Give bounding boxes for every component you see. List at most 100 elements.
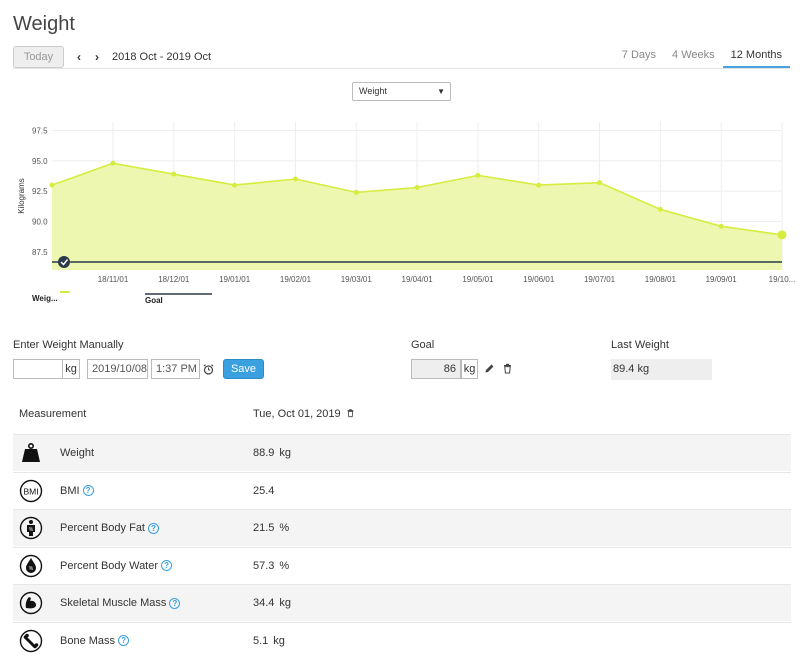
measurement-name-text: Weight — [60, 447, 95, 459]
weight-point — [536, 182, 542, 188]
time-field[interactable]: 1:37 PM — [151, 359, 200, 379]
measurement-value-number: 57.3 — [253, 559, 275, 572]
measurement-value-number: 5.1 — [253, 634, 269, 647]
measurement-unit: kg — [279, 447, 292, 459]
measurement-header: Measurement — [19, 408, 87, 420]
weight-point — [353, 189, 359, 195]
weight-point — [414, 185, 420, 191]
measurement-name: Skeletal Muscle Mass? — [60, 597, 181, 609]
weight-point — [292, 176, 298, 182]
page-title: Weight — [13, 13, 75, 35]
measurement-name-text: Percent Body Water — [60, 559, 159, 572]
x-tick-label: 19/09/01 — [706, 275, 738, 284]
measurement-name: Percent Body Fat? — [60, 522, 159, 534]
last-weight-value: 89.4 kg — [611, 359, 712, 380]
date-header-label: Tue, Oct 01, 2019 — [253, 408, 341, 420]
pencil-icon[interactable] — [484, 363, 495, 377]
weight-chart: 87.5 90.0 92.5 95.0 97.5 Kilograms 18/11/01 18/… — [0, 110, 800, 310]
measurement-unit: % — [279, 559, 290, 572]
help-icon[interactable]: ? — [82, 485, 94, 497]
y-axis-label: Kilograms — [17, 178, 26, 214]
date-header: Tue, Oct 01, 2019 — [253, 408, 355, 421]
y-tick-label: 87.5 — [32, 248, 48, 257]
y-tick-label: 97.5 — [32, 126, 48, 135]
x-tick-label: 19/04/01 — [402, 275, 434, 284]
measurement-value-number: 25.4 — [253, 484, 275, 497]
weight-chart-svg: 87.5 90.0 92.5 95.0 97.5 Kilograms 18/11/01 18/… — [17, 122, 796, 305]
help-icon[interactable]: ? — [169, 597, 181, 609]
today-button[interactable]: Today — [13, 46, 64, 68]
tab-4-weeks[interactable]: 4 Weeks — [664, 44, 723, 68]
measurement-unit: % — [279, 522, 290, 534]
x-tick-label: 19/10... — [769, 275, 796, 284]
tab-12-months[interactable]: 12 Months — [722, 44, 790, 68]
x-tick-label: 19/01/01 — [219, 275, 251, 284]
body-fat-icon: % — [19, 516, 43, 540]
goal-input[interactable]: 86 — [411, 359, 461, 379]
measurement-name-text: BMI — [60, 484, 80, 497]
weight-point — [49, 182, 55, 188]
measurement-value-number: 34.4 — [253, 597, 275, 609]
help-icon[interactable]: ? — [161, 560, 173, 572]
svg-text:BMI: BMI — [23, 486, 38, 496]
range-tabs: 7 Days 4 Weeks 12 Months — [614, 44, 790, 68]
bone-icon — [19, 629, 43, 653]
save-button[interactable]: Save — [223, 359, 264, 379]
table-row: Weight 88.9 kg — [13, 434, 791, 471]
measurement-value: 57.3% — [253, 560, 289, 572]
trash-icon[interactable] — [502, 363, 513, 377]
metric-select-value: Weight — [359, 86, 387, 96]
weight-point — [718, 223, 724, 229]
y-tick-label: 92.5 — [32, 187, 48, 196]
x-tick-label: 19/08/01 — [645, 275, 677, 284]
measurement-value: 25.4 — [253, 485, 274, 497]
weight-point — [597, 180, 603, 186]
tab-7-days[interactable]: 7 Days — [614, 44, 664, 68]
weight-icon — [19, 441, 43, 465]
chevron-left-icon[interactable]: ‹ — [73, 50, 85, 64]
svg-text:%: % — [29, 527, 34, 533]
date-field[interactable]: 2019/10/08 — [87, 359, 148, 379]
measurement-unit: kg — [273, 634, 285, 647]
table-row: BMI BMI? 25.4 — [13, 471, 791, 509]
measurement-name: Bone Mass? — [60, 634, 130, 647]
weight-point — [777, 230, 787, 240]
help-icon[interactable]: ? — [148, 522, 159, 534]
goal-unit-label: kg — [461, 359, 478, 379]
measurement-value: 21.5% — [253, 522, 289, 534]
weight-unit-label: kg — [62, 359, 80, 379]
table-row: % Percent Body Water? 57.3% — [13, 546, 791, 584]
measurement-name-text: Percent Body Fat — [60, 522, 145, 534]
x-tick-label: 19/02/01 — [280, 275, 312, 284]
table-row: % Percent Body Fat? 21.5% — [13, 509, 791, 546]
date-range-label: 2018 Oct - 2019 Oct — [112, 51, 212, 63]
chevron-right-icon[interactable]: › — [91, 50, 103, 64]
help-icon[interactable]: ? — [118, 635, 130, 647]
measurement-name-text: Bone Mass — [60, 634, 116, 647]
metric-select[interactable]: Weight ▼ — [352, 82, 451, 101]
measurement-value: 34.4 kg — [253, 597, 291, 609]
x-tick-label: 18/12/01 — [158, 275, 190, 284]
x-tick-label: 19/07/01 — [584, 275, 616, 284]
x-tick-label: 19/05/01 — [462, 275, 494, 284]
weight-input[interactable] — [13, 359, 63, 379]
weight-point — [657, 206, 663, 212]
goal-check-icon — [58, 256, 70, 268]
measurement-name: Weight — [60, 447, 94, 459]
weight-point — [110, 160, 116, 166]
weight-point — [171, 171, 177, 177]
table-row: Skeletal Muscle Mass? 34.4 kg — [13, 584, 791, 621]
measurement-value: 88.9 kg — [253, 447, 291, 459]
weight-point — [232, 182, 238, 188]
legend-weight-label: Weig... — [32, 294, 58, 303]
bmi-icon: BMI — [19, 479, 43, 503]
x-tick-label: 19/06/01 — [523, 275, 555, 284]
measurement-value-number: 21.5 — [253, 522, 275, 534]
y-tick-label: 95.0 — [32, 157, 48, 166]
measurement-name-text: Skeletal Muscle Mass — [60, 597, 167, 609]
measurement-value: 5.1 kg — [253, 635, 285, 647]
svg-text:%: % — [29, 566, 34, 572]
goal-label: Goal — [411, 339, 435, 351]
trash-icon[interactable] — [346, 408, 355, 421]
alarm-clock-icon[interactable] — [203, 364, 214, 378]
